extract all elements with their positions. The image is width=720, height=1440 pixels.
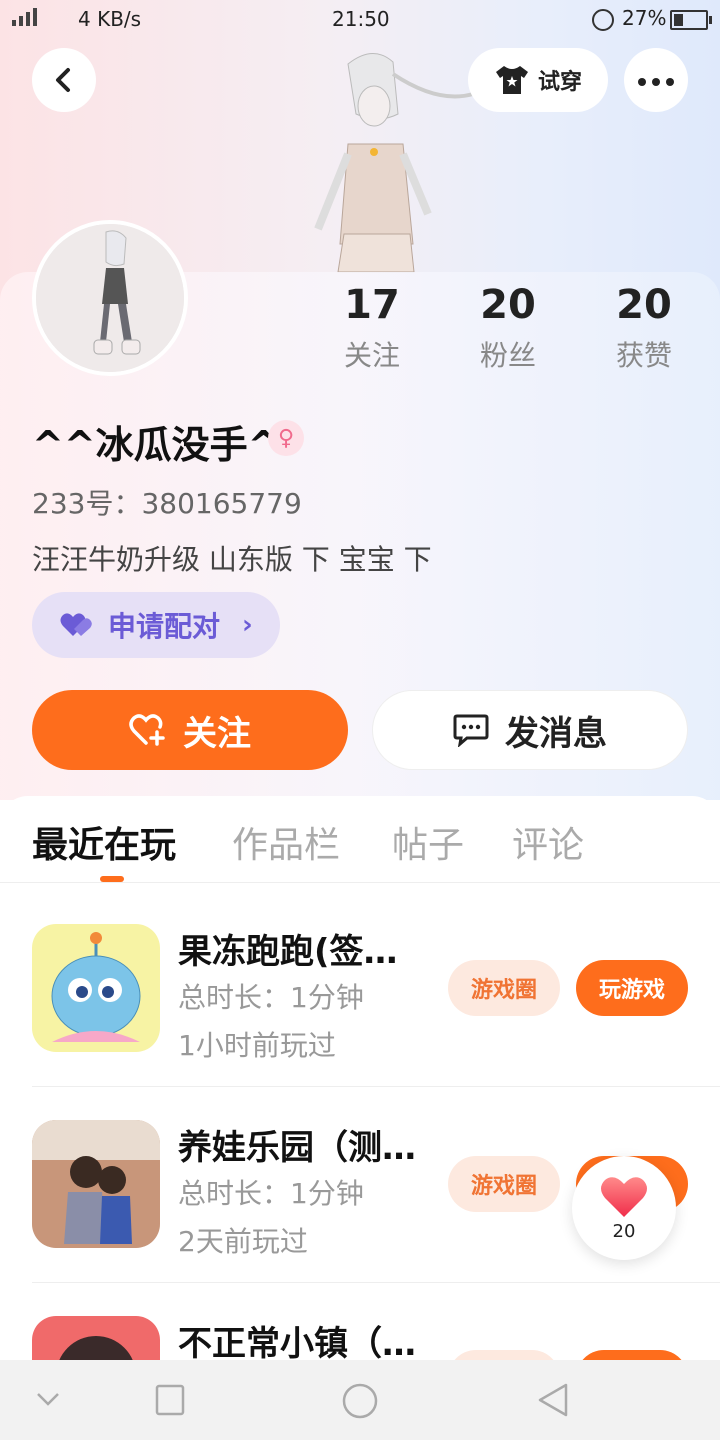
clock: 21:50 (332, 7, 390, 31)
game-circle-button[interactable] (448, 1350, 560, 1360)
heart-plus-icon (129, 714, 165, 746)
try-on-button[interactable]: 试穿 (468, 48, 608, 112)
home-icon[interactable] (340, 1382, 380, 1420)
tab-comments[interactable]: 评论 (512, 816, 584, 868)
game-last-played: 2天前玩过 (178, 1225, 308, 1258)
likes-label: 获赞 (615, 339, 672, 372)
game-icon (32, 1120, 160, 1248)
game-icon (32, 924, 160, 1052)
status-bar: 4 KB/s 21:50 27% (0, 0, 720, 40)
nickname: ^^冰瓜没手^ (32, 423, 280, 467)
likes-count: 20 (616, 282, 672, 328)
tab-recently-played[interactable]: 最近在玩 (32, 816, 176, 868)
following-label: 关注 (343, 339, 400, 372)
battery-percent: 27% (622, 6, 667, 30)
like-count: 20 (612, 1220, 636, 1242)
game-circle-button[interactable]: 游戏圈 (448, 960, 560, 1016)
follow-label: 关注 (183, 713, 251, 754)
try-on-label: 试穿 (537, 70, 582, 95)
signal-icon (12, 8, 37, 26)
chevron-right-icon: › (242, 610, 253, 640)
more-icon (635, 71, 677, 90)
request-pair-button[interactable]: 申请配对 › (32, 592, 280, 658)
play-game-button[interactable] (576, 1350, 688, 1360)
game-list-item[interactable]: 果冻跑跑(签… 总时长：1分钟 1小时前玩过 游戏圈 玩游戏 (32, 924, 720, 1118)
avatar[interactable] (32, 220, 188, 376)
system-navigation-bar (0, 1360, 720, 1440)
recent-apps-icon[interactable] (154, 1382, 186, 1418)
game-icon (32, 1316, 160, 1360)
hide-nav-icon[interactable] (36, 1382, 60, 1418)
rotation-lock-icon (592, 9, 614, 31)
send-message-label: 发消息 (505, 713, 607, 754)
tab-divider (0, 882, 720, 883)
game-duration: 总时长：1分钟 (178, 981, 364, 1014)
row-divider (32, 1086, 720, 1087)
stat-following[interactable]: 17 关注 (312, 280, 432, 374)
play-game-button[interactable]: 玩游戏 (576, 960, 688, 1016)
tab-works[interactable]: 作品栏 (232, 816, 340, 868)
back-nav-icon[interactable] (536, 1382, 570, 1418)
game-list-item[interactable]: 不正常小镇（… (32, 1316, 720, 1360)
game-last-played: 1小时前玩过 (178, 1029, 336, 1062)
battery-icon (670, 10, 712, 30)
double-heart-icon (60, 613, 92, 636)
followers-label: 粉丝 (479, 339, 536, 372)
send-message-button[interactable]: 发消息 (372, 690, 688, 770)
tab-posts[interactable]: 帖子 (392, 816, 464, 868)
back-button[interactable] (32, 48, 96, 112)
female-gender-icon: ♀ (268, 420, 304, 456)
game-circle-button[interactable]: 游戏圈 (448, 1156, 560, 1212)
following-count: 17 (344, 282, 400, 328)
user-id: 233号：380165779 (32, 487, 302, 520)
chat-bubble-icon (453, 714, 489, 747)
game-name: 不正常小镇（… (178, 1324, 416, 1360)
network-speed: 4 KB/s (78, 7, 142, 31)
bio: 汪汪牛奶升级 山东版 下 宝宝 下 (32, 543, 432, 576)
game-name: 果冻跑跑(签… (178, 932, 398, 972)
followers-count: 20 (480, 282, 536, 328)
game-duration: 总时长：1分钟 (178, 1177, 364, 1210)
chevron-left-icon (56, 68, 70, 92)
tshirt-icon (495, 66, 528, 94)
heart-icon (601, 1176, 647, 1217)
more-options-button[interactable] (624, 48, 688, 112)
character-figure (314, 53, 474, 273)
request-pair-label: 申请配对 (108, 610, 221, 643)
game-name: 养娃乐园（测… (178, 1128, 416, 1168)
follow-button[interactable]: 关注 (32, 690, 348, 770)
stat-followers[interactable]: 20 粉丝 (448, 280, 568, 374)
avatar-figure (36, 224, 184, 372)
stat-likes[interactable]: 20 获赞 (584, 280, 704, 374)
floating-like-button[interactable]: 20 (572, 1156, 676, 1260)
row-divider (32, 1282, 720, 1283)
